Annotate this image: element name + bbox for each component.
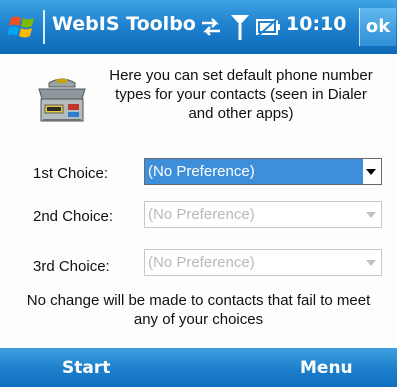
first-choice-label: 1st Choice: — [33, 165, 109, 182]
first-choice-dropdown[interactable]: (No Preference) — [144, 158, 382, 185]
chevron-down-icon[interactable] — [366, 169, 376, 175]
chevron-down-icon — [366, 260, 376, 266]
clock[interactable]: 10:10 — [286, 13, 346, 35]
soft-key-bar: Start Menu — [0, 348, 397, 387]
app-title: WebIS Toolbo — [52, 13, 196, 35]
intro-description: Here you can set default phone number ty… — [109, 67, 373, 122]
chevron-down-icon — [366, 212, 376, 218]
battery-icon[interactable] — [256, 17, 282, 37]
third-choice-label: 3rd Choice: — [33, 258, 110, 275]
ok-button[interactable]: ok — [359, 8, 396, 46]
title-bar: WebIS Toolbo 10:10 ok — [0, 0, 397, 54]
second-choice-label: 2nd Choice: — [33, 208, 114, 225]
first-choice-value: (No Preference) — [145, 159, 363, 184]
signal-antenna-icon[interactable] — [230, 13, 250, 41]
third-choice-dropdown: (No Preference) — [144, 249, 382, 276]
menu-softkey[interactable]: Menu — [300, 358, 353, 378]
start-softkey[interactable]: Start — [62, 358, 110, 378]
toolbox-icon — [38, 78, 86, 122]
info-note: No change will be made to contacts that … — [26, 292, 371, 328]
second-choice-value: (No Preference) — [148, 206, 255, 223]
windows-start-flag-icon[interactable] — [8, 12, 38, 42]
third-choice-value: (No Preference) — [148, 254, 255, 271]
pocketpc-screen: WebIS Toolbo 10:10 ok Here you can set d… — [0, 0, 397, 387]
title-separator — [43, 10, 45, 44]
connectivity-arrows-icon[interactable] — [199, 15, 223, 39]
second-choice-dropdown: (No Preference) — [144, 201, 382, 228]
